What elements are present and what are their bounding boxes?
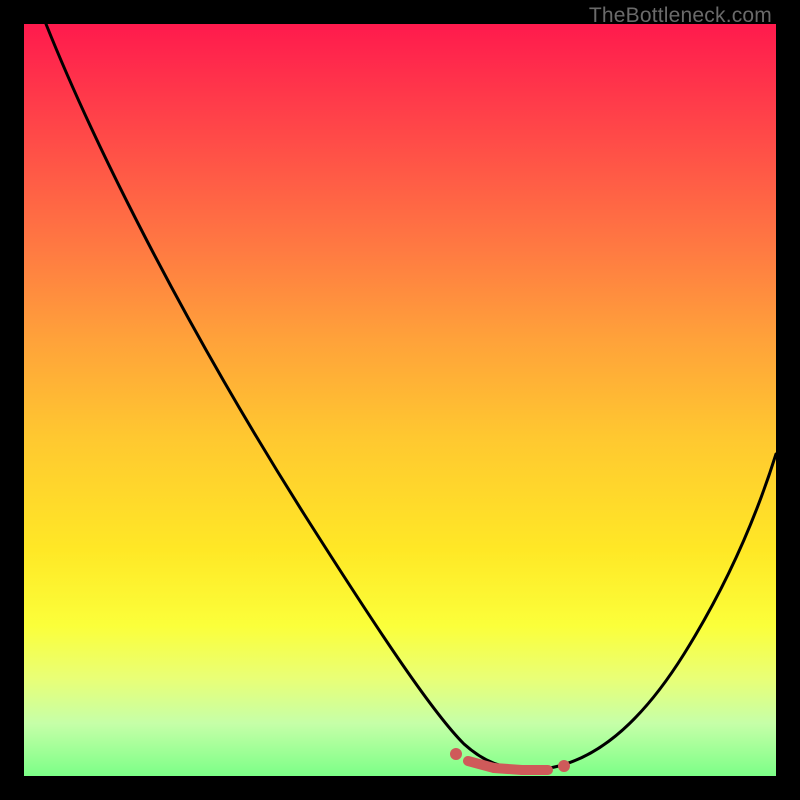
plot-area (24, 24, 776, 776)
minimum-highlight (450, 748, 570, 772)
chart-frame: TheBottleneck.com (0, 0, 800, 800)
watermark-text: TheBottleneck.com (589, 4, 772, 28)
right-curve (532, 454, 776, 770)
chart-svg (24, 24, 776, 776)
left-curve (46, 24, 532, 770)
